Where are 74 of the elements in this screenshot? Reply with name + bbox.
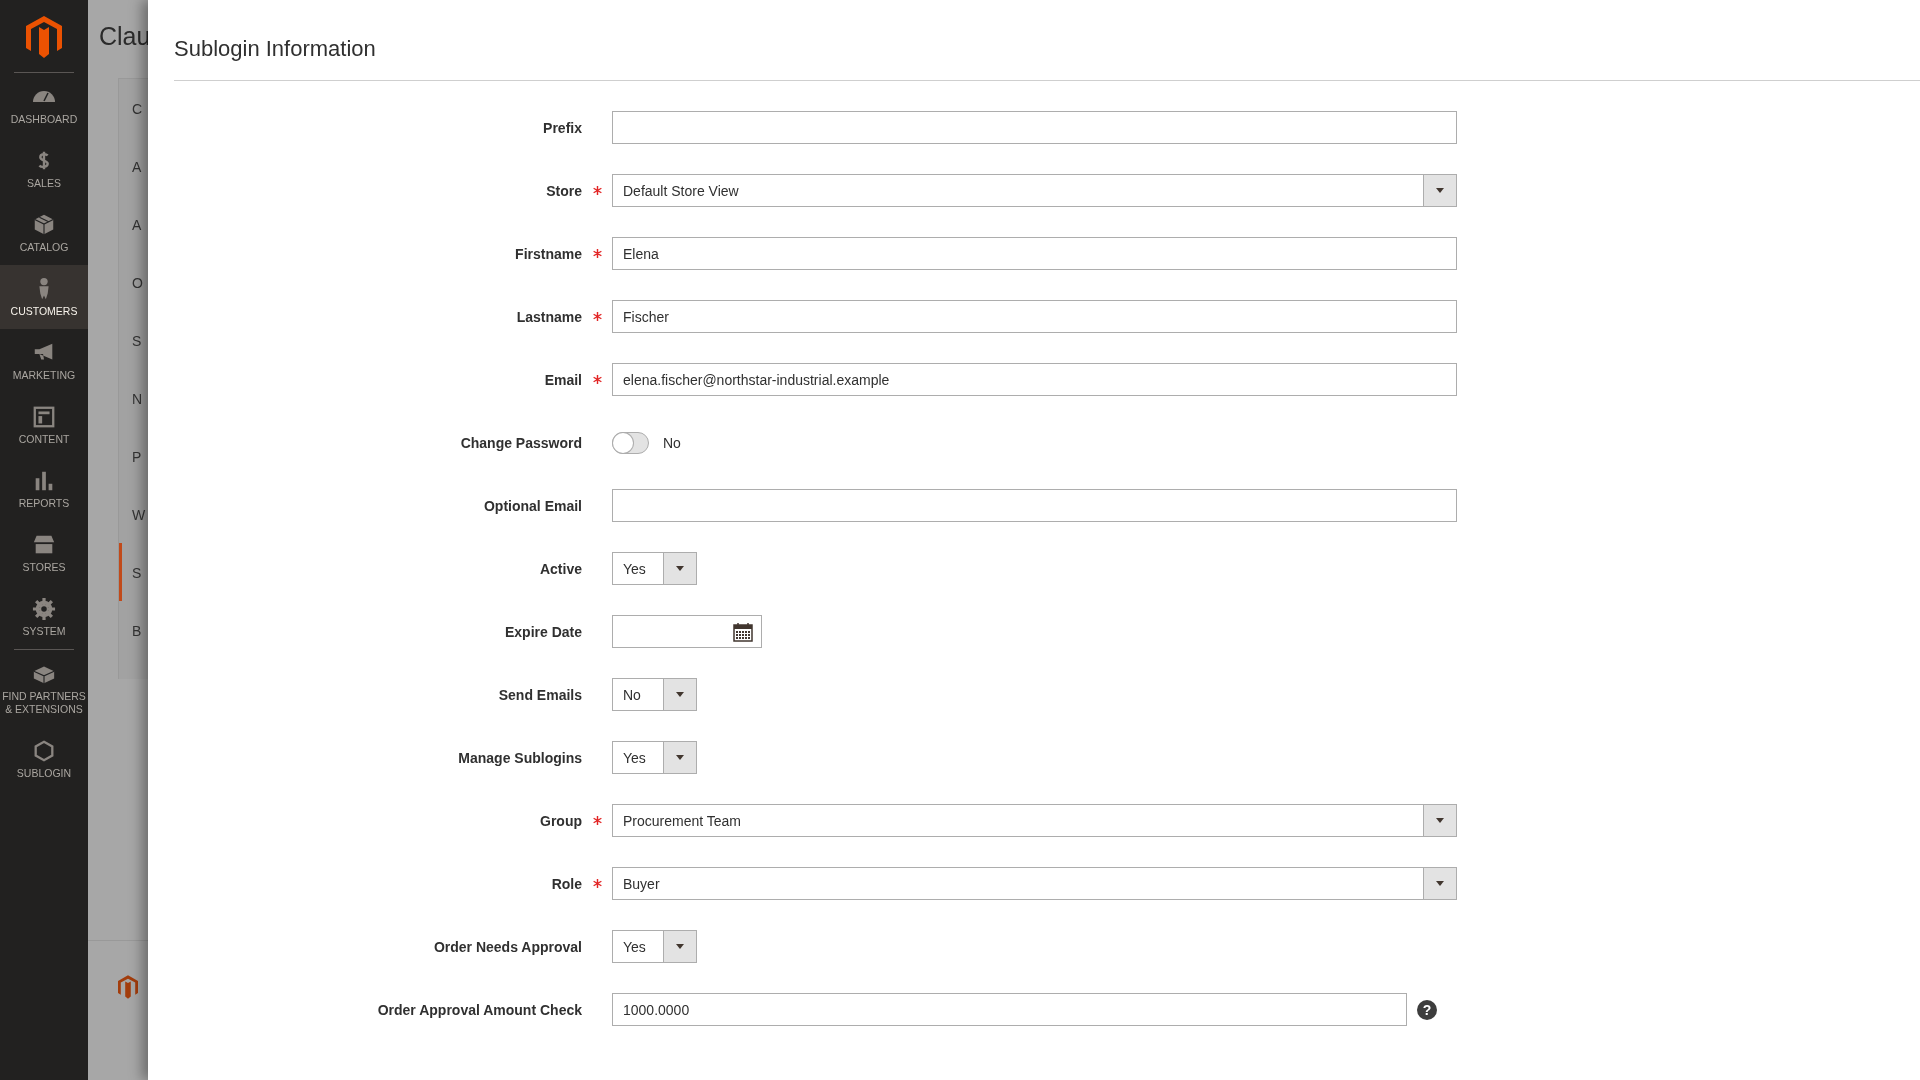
- required-icon: [592, 312, 602, 321]
- caret-icon: [676, 755, 684, 760]
- tab[interactable]: A: [119, 137, 149, 195]
- field-label: Send Emails: [497, 686, 582, 703]
- caret-icon: [1436, 818, 1444, 823]
- field-label: Optional Email: [483, 497, 582, 514]
- field-label: Manage Sublogins: [457, 749, 582, 766]
- sidebar-item[interactable]: CATALOG: [0, 201, 88, 265]
- toggle-switch[interactable]: [612, 431, 649, 454]
- select-field[interactable]: Yes: [612, 552, 697, 585]
- tab[interactable]: W: [119, 485, 149, 543]
- logo-icon: [118, 975, 138, 999]
- tab[interactable]: P: [119, 427, 149, 485]
- caret-icon: [676, 566, 684, 571]
- field-label: Firstname: [514, 245, 582, 262]
- tab[interactable]: B: [119, 601, 149, 659]
- required-icon: [592, 249, 602, 258]
- box-icon: [32, 213, 56, 237]
- date-field[interactable]: [612, 615, 762, 648]
- sidebar-item[interactable]: STORES: [0, 521, 88, 585]
- tab[interactable]: S: [119, 311, 149, 369]
- text-field[interactable]: 1000.0000: [612, 993, 1407, 1026]
- tab[interactable]: N: [119, 369, 149, 427]
- field-label: Lastname: [515, 308, 582, 325]
- caret-icon: [1436, 881, 1444, 886]
- caret-icon: [676, 944, 684, 949]
- sidebar-item[interactable]: SYSTEM: [0, 585, 88, 649]
- required-icon: [592, 879, 602, 888]
- gear-icon: [32, 597, 56, 621]
- select-field[interactable]: Buyer: [612, 867, 1457, 900]
- text-field[interactable]: elena.fischer@northstar-industrial.example: [612, 363, 1457, 396]
- sidebar-item[interactable]: SALES: [0, 137, 88, 201]
- select-field[interactable]: No: [612, 678, 697, 711]
- sidebar-item[interactable]: CONTENT: [0, 393, 88, 457]
- text-field[interactable]: [612, 111, 1457, 144]
- sidebar-item[interactable]: CUSTOMERS: [0, 265, 88, 329]
- required-icon: [592, 816, 602, 825]
- section-title: Sublogin Information: [174, 36, 376, 62]
- tab[interactable]: O: [119, 253, 149, 311]
- field-label: Role: [550, 875, 582, 892]
- select-field[interactable]: Yes: [612, 930, 697, 963]
- field-label: Group: [539, 812, 582, 829]
- hexagon-icon: [32, 739, 56, 763]
- caret-icon: [676, 692, 684, 697]
- select-field[interactable]: Yes: [612, 741, 697, 774]
- select-field[interactable]: Procurement Team: [612, 804, 1457, 837]
- logo-icon[interactable]: [26, 16, 62, 58]
- field-label: Store: [545, 182, 582, 199]
- toggle-value: No: [663, 434, 681, 451]
- sidebar-item[interactable]: MARKETING: [0, 329, 88, 393]
- field-label: Order Needs Approval: [432, 938, 582, 955]
- sidebar-item[interactable]: REPORTS: [0, 457, 88, 521]
- field-label: Expire Date: [503, 623, 582, 640]
- tab[interactable]: C: [119, 79, 149, 137]
- text-field[interactable]: Fischer: [612, 300, 1457, 333]
- field-label: Active: [538, 560, 582, 577]
- required-icon: [592, 186, 602, 195]
- layout-icon: [32, 405, 56, 429]
- field-label: Change Password: [459, 434, 582, 451]
- select-field[interactable]: Default Store View: [612, 174, 1457, 207]
- text-field[interactable]: [612, 489, 1457, 522]
- tab[interactable]: A: [119, 195, 149, 253]
- field-label: Order Approval Amount Check: [376, 1001, 582, 1018]
- text-field[interactable]: Elena: [612, 237, 1457, 270]
- help-icon[interactable]: ?: [1417, 999, 1437, 1020]
- calendar-icon[interactable]: [733, 621, 753, 642]
- sidebar-item[interactable]: SUBLOGIN: [0, 727, 88, 791]
- field-label: Email: [543, 371, 582, 388]
- caret-icon: [1436, 188, 1444, 193]
- required-icon: [592, 375, 602, 384]
- sidebar-item[interactable]: DASHBOARD: [0, 73, 88, 137]
- gauge-icon: [32, 91, 56, 103]
- sidebar-item[interactable]: FIND PARTNERS & EXTENSIONS: [0, 650, 88, 727]
- field-label: Prefix: [542, 119, 582, 136]
